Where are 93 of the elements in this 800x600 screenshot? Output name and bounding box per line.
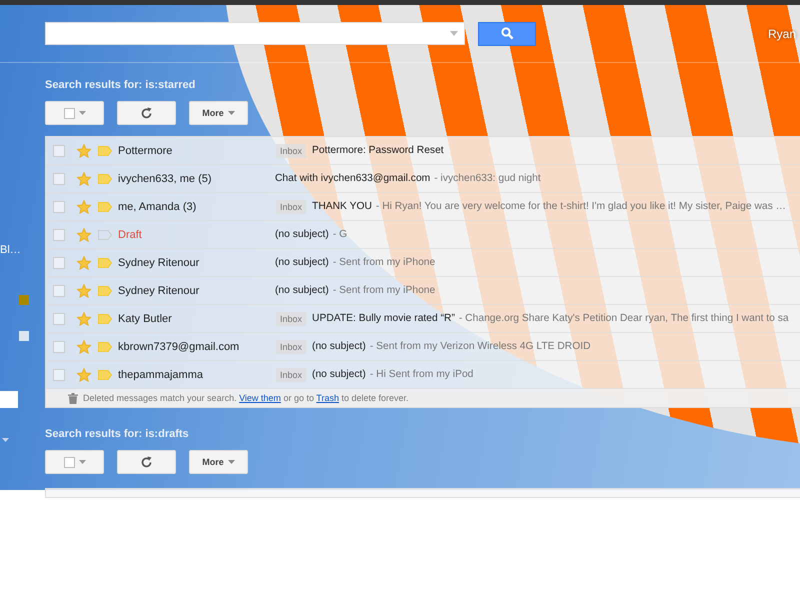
label-tag-icon[interactable] (98, 286, 112, 296)
label-tag-icon[interactable] (98, 258, 112, 268)
search-button[interactable] (478, 22, 536, 46)
message-row[interactable]: Pottermore Inbox Pottermore: Password Reset (46, 137, 800, 165)
checkbox[interactable] (53, 340, 65, 352)
checkbox[interactable] (53, 172, 65, 184)
caret-icon (78, 460, 86, 464)
caret-icon (78, 111, 86, 115)
label-tag-icon[interactable] (98, 202, 112, 212)
more-button[interactable]: More (189, 450, 248, 474)
snippet-text: - Hi Ryan! You are very welcome for the t-shirt! I'm glad you like it! My sister, Paige was … (376, 201, 786, 212)
label-tag-icon[interactable] (98, 342, 112, 352)
snippet-text: - G (332, 229, 348, 240)
refresh-icon (140, 456, 153, 468)
star-icon[interactable] (77, 144, 91, 158)
label-tag-icon[interactable] (98, 230, 112, 240)
sidebar-label[interactable]: Bl… (0, 244, 21, 256)
inbox-label: Inbox (276, 312, 306, 326)
checkbox-icon (64, 108, 74, 118)
subject-text: (no subject) (312, 369, 366, 380)
star-icon[interactable] (77, 228, 91, 242)
star-icon[interactable] (77, 312, 91, 326)
trash-link[interactable]: Trash (316, 393, 339, 403)
refresh-button[interactable] (117, 450, 176, 474)
checkbox[interactable] (53, 368, 65, 380)
checkbox[interactable] (53, 256, 65, 268)
refresh-icon (140, 106, 153, 120)
star-icon[interactable] (77, 284, 91, 298)
label-tag-icon[interactable] (98, 174, 112, 184)
inbox-label: Inbox (276, 340, 306, 354)
footer-text: Deleted messages match your search. View them or go to Trash to delete forever. (83, 393, 409, 403)
sender-name: Draft (118, 228, 143, 240)
section-title: Search results for: is:starred (45, 79, 196, 93)
select-button[interactable] (45, 450, 104, 474)
subject-text: UPDATE: Bully movie rated “R” (312, 313, 455, 324)
caret-icon[interactable] (2, 438, 9, 442)
more-button[interactable]: More (189, 101, 248, 125)
sender-name: Sydney Ritenour (118, 284, 200, 296)
snippet-text: - Hi Sent from my iPod (370, 369, 474, 380)
inbox-label: Inbox (276, 144, 306, 158)
star-icon[interactable] (77, 256, 91, 270)
message-row[interactable]: ivychen633, me (5) Chat with ivychen633@gmail.com - ivychen633: gud night (46, 165, 800, 193)
checkbox[interactable] (53, 228, 65, 240)
snippet-text: - Sent from my Verizon Wireless 4G LTE DROID (370, 341, 591, 352)
message-row[interactable]: Draft (no subject) - G (46, 221, 800, 249)
checkbox[interactable] (53, 284, 65, 296)
label-tag-icon[interactable] (98, 146, 112, 156)
star-icon[interactable] (77, 368, 91, 382)
checkbox[interactable] (53, 144, 65, 156)
inbox-label: Inbox (276, 368, 306, 382)
message-row[interactable]: me, Amanda (3) Inbox THANK YOU - Hi Ryan! You are very welcome for the t-shirt! I'm glad you like it! My sister, Paige was … (46, 193, 800, 221)
caret-icon[interactable] (450, 31, 458, 36)
label-tag-icon[interactable] (98, 370, 112, 380)
snippet-text: - ivychen633: gud night (434, 173, 541, 184)
subject-text: Chat with ivychen633@gmail.com (275, 173, 430, 184)
inbox-label: Inbox (276, 200, 306, 214)
sender-name: Katy Butler (118, 312, 173, 324)
sender-name: ivychen633, me (5) (118, 172, 213, 184)
label-tag-icon[interactable] (98, 314, 112, 324)
star-icon[interactable] (77, 340, 91, 354)
message-row[interactable]: Sydney Ritenour (no subject) - Sent from my iPhone (46, 277, 800, 305)
message-row[interactable]: Sydney Ritenour (no subject) - Sent from my iPhone (46, 249, 800, 277)
subject-text: (no subject) (275, 285, 329, 296)
star-icon[interactable] (77, 172, 91, 186)
sender-name: Pottermore (118, 144, 174, 156)
star-icon[interactable] (77, 200, 91, 214)
message-row[interactable]: kbrown7379@gmail.com Inbox (no subject) - Sent from my Verizon Wireless 4G LTE DROID (46, 333, 800, 361)
snippet-text: - Sent from my iPhone (332, 257, 436, 268)
subject-text: (no subject) (275, 229, 329, 240)
trash-icon (68, 392, 78, 404)
subject-text: (no subject) (312, 341, 366, 352)
checkbox[interactable] (53, 312, 65, 324)
sender-name: kbrown7379@gmail.com (118, 340, 240, 352)
sender-name: me, Amanda (3) (118, 200, 198, 212)
select-button[interactable] (45, 101, 104, 125)
subject-text: (no subject) (275, 257, 329, 268)
sender-name: thepammajamma (118, 368, 204, 380)
subject-text: Pottermore: Password Reset (312, 145, 444, 156)
refresh-button[interactable] (117, 101, 176, 125)
section-title: Search results for: is:drafts (45, 428, 190, 442)
subject-text: THANK YOU (312, 201, 372, 212)
search-field[interactable] (45, 22, 465, 45)
input-field[interactable] (0, 391, 18, 408)
snippet-text: - Sent from my iPhone (332, 285, 436, 296)
caret-icon (228, 111, 235, 115)
sender-name: Sydney Ritenour (118, 256, 200, 268)
message-row[interactable]: Katy Butler Inbox UPDATE: Bully movie rated “R” - Change.org Share Katy's Petition Dear ryan, The first thing I want to sa (46, 305, 800, 333)
caret-icon (228, 460, 235, 464)
checkbox-icon (64, 456, 74, 468)
view-them-link[interactable]: View them (239, 393, 281, 403)
snippet-text: - Change.org Share Katy's Petition Dear ryan, The first thing I want to sa (458, 313, 789, 324)
checkbox[interactable] (53, 200, 65, 212)
search-icon (500, 27, 514, 40)
